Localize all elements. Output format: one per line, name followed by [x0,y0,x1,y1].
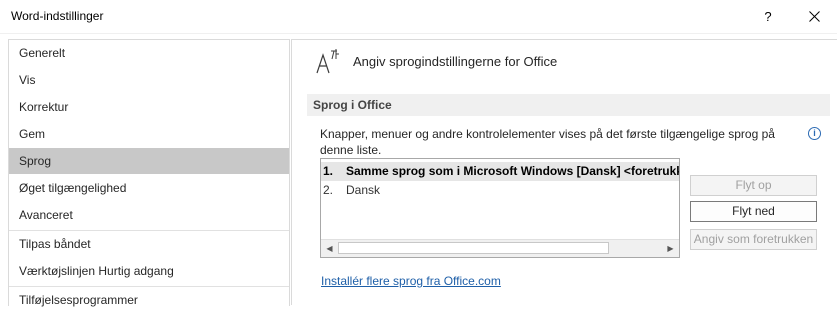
options-nav: Generelt Vis Korrektur Gem Sprog Øget ti… [8,39,290,307]
list-item-label: Samme sprog som i Microsoft Windows [Dan… [346,164,680,178]
nav-item-gem[interactable]: Gem [9,121,289,147]
nav-item-avanceret[interactable]: Avanceret [9,202,289,228]
move-up-button[interactable]: Flyt op [690,175,817,196]
install-languages-link[interactable]: Installér flere sprog fra Office.com [321,274,501,288]
info-icon[interactable]: i [808,127,821,140]
nav-item-tilfoejelsesprogrammer[interactable]: Tilføjelsesprogrammer [9,287,289,313]
language-icon [316,49,339,74]
close-button[interactable] [791,0,837,33]
description-text: Knapper, menuer og andre kontrolelemente… [320,127,775,157]
nav-item-tilpas-baandet[interactable]: Tilpas båndet [9,231,289,257]
title-bar: Word-indstillinger ? [0,0,837,33]
page-title: Angiv sprogindstillingerne for Office [353,54,558,69]
list-item-number: 1. [323,164,334,178]
move-down-button[interactable]: Flyt ned [690,201,817,222]
list-item[interactable]: 1. Samme sprog som i Microsoft Windows [… [321,162,679,181]
nav-item-korrektur[interactable]: Korrektur [9,94,289,120]
close-icon [808,11,820,22]
scroll-left-icon[interactable]: ◀ [321,240,338,257]
language-list[interactable]: 1. Samme sprog som i Microsoft Windows [… [320,158,680,258]
set-preferred-button[interactable]: Angiv som foretrukken [690,229,817,250]
scroll-right-icon[interactable]: ▶ [662,240,679,257]
window-title: Word-indstillinger [11,9,104,23]
section-title: Sprog i Office [313,98,392,112]
horizontal-scrollbar[interactable]: ◀ ▶ [321,239,679,257]
nav-item-generelt[interactable]: Generelt [9,40,289,66]
list-item-label: Dansk [346,183,381,197]
nav-item-vis[interactable]: Vis [9,67,289,93]
nav-item-oget-tilgaengelighed[interactable]: Øget tilgængelighed [9,175,289,201]
help-button[interactable]: ? [745,0,791,33]
title-divider [0,33,837,34]
scroll-thumb[interactable] [338,242,609,254]
list-item-number: 2. [323,183,334,197]
nav-item-hurtig-adgang[interactable]: Værktøjslinjen Hurtig adgang [9,258,289,284]
nav-item-sprog[interactable]: Sprog [9,148,289,174]
